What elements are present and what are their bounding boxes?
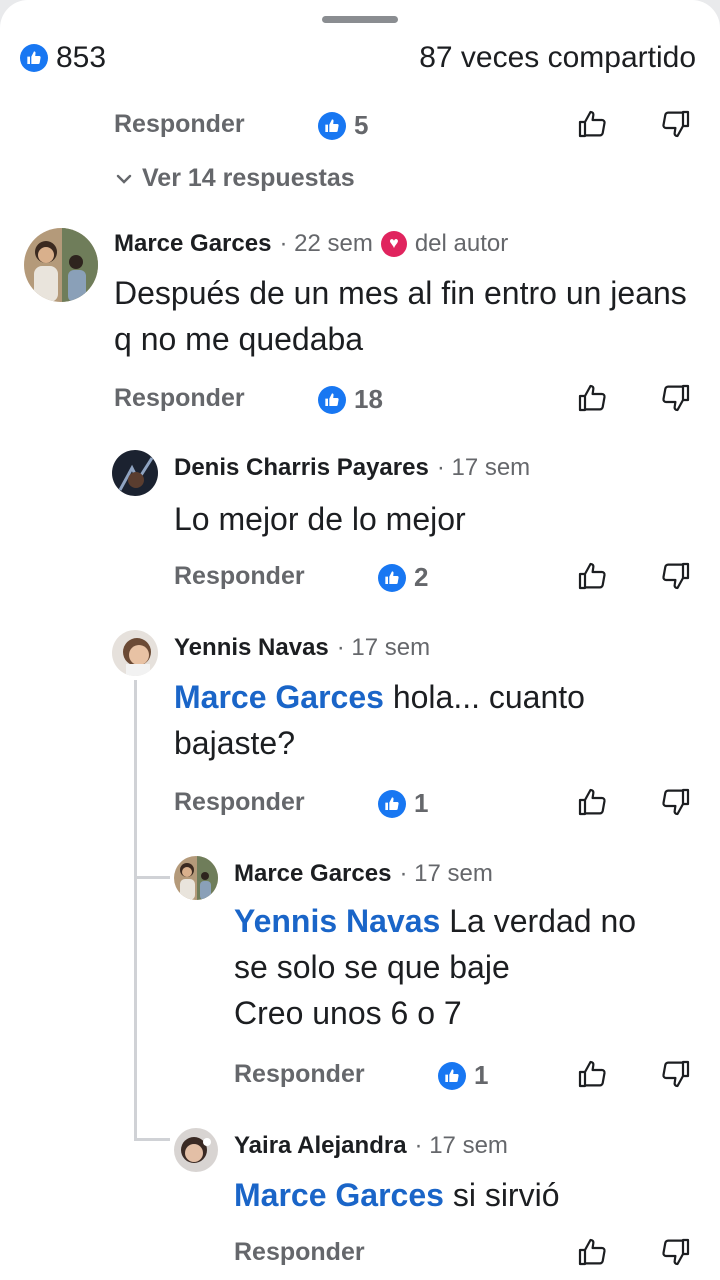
comment-text: Yennis Navas La verdad no se solo se que… xyxy=(234,903,637,1031)
comment-author[interactable]: Yaira Alejandra xyxy=(234,1132,407,1160)
reply-button[interactable]: Responder xyxy=(174,788,305,817)
comments-sheet: 853 87 veces compartido Responder 5 Ver … xyxy=(0,0,720,1280)
comment-text: Después de un mes al fin entro un jeans … xyxy=(114,275,687,357)
avatar[interactable] xyxy=(174,856,218,900)
share-count[interactable]: 87 veces compartido xyxy=(419,40,696,76)
reply-button[interactable]: Responder xyxy=(234,1238,365,1267)
drag-handle[interactable] xyxy=(322,16,398,23)
comment-like-count: 2 xyxy=(378,562,428,593)
reply-button[interactable]: Responder xyxy=(114,384,245,413)
comment-text: Marce Garces si sirvió xyxy=(234,1177,560,1213)
thread-connector xyxy=(134,876,170,879)
comment-text: Marce Garces hola... cuanto bajaste? xyxy=(174,679,585,761)
reply-button[interactable]: Responder xyxy=(174,562,305,591)
comment-header: Yaira Alejandra · 17 sem xyxy=(234,1132,508,1160)
comment-author[interactable]: Yennis Navas xyxy=(174,634,329,662)
comment-time: · 17 sem xyxy=(336,634,431,661)
comment-like-count: 1 xyxy=(378,788,428,819)
avatar[interactable] xyxy=(24,228,98,302)
reply-button[interactable]: Responder xyxy=(114,110,245,139)
avatar[interactable] xyxy=(112,450,158,496)
reaction-summary[interactable]: 853 xyxy=(20,40,106,76)
comment-like-count: 5 xyxy=(318,110,368,141)
comment-text: Lo mejor de lo mejor xyxy=(174,501,466,537)
thread-connector xyxy=(134,1138,170,1141)
thumbs-up-icon[interactable] xyxy=(576,560,608,592)
comment-header: Yennis Navas · 17 sem xyxy=(174,634,430,662)
like-badge-icon xyxy=(318,111,346,140)
mention-link[interactable]: Marce Garces xyxy=(234,1177,444,1213)
heart-icon xyxy=(380,231,407,257)
comment-author[interactable]: Marce Garces xyxy=(114,230,271,258)
comment-header: Denis Charris Payares · 17 sem xyxy=(174,454,530,482)
thumbs-down-icon[interactable] xyxy=(660,1058,692,1090)
thumbs-up-icon[interactable] xyxy=(576,1236,608,1268)
avatar[interactable] xyxy=(174,1128,218,1172)
comment-time: · 17 sem xyxy=(414,1132,508,1159)
comment-author[interactable]: Denis Charris Payares xyxy=(174,454,429,482)
thread-line xyxy=(134,680,137,1140)
thumbs-down-icon[interactable] xyxy=(660,382,692,414)
thumbs-up-icon[interactable] xyxy=(576,382,608,414)
mention-link[interactable]: Marce Garces xyxy=(174,679,384,715)
like-badge-icon xyxy=(20,44,48,72)
mention-link[interactable]: Yennis Navas xyxy=(234,903,440,939)
thumbs-up-icon[interactable] xyxy=(576,786,608,818)
thumbs-down-icon[interactable] xyxy=(660,560,692,592)
thumbs-up-icon[interactable] xyxy=(576,108,608,140)
reply-button[interactable]: Responder xyxy=(234,1060,365,1089)
comment-time: · 17 sem xyxy=(399,860,493,887)
comment-time: · 22 sem xyxy=(279,230,373,257)
view-replies-link[interactable]: Ver 14 respuestas xyxy=(114,164,355,193)
thumbs-down-icon[interactable] xyxy=(660,1236,692,1268)
author-badge: del autor xyxy=(414,230,509,257)
comment-author[interactable]: Marce Garces xyxy=(234,860,391,888)
thumbs-down-icon[interactable] xyxy=(660,108,692,140)
like-badge-icon xyxy=(318,385,346,414)
comment-like-count: 1 xyxy=(438,1060,488,1091)
thumbs-down-icon[interactable] xyxy=(660,786,692,818)
thumbs-up-icon[interactable] xyxy=(576,1058,608,1090)
comment-header: Marce Garces · 22 sem del autor xyxy=(114,230,508,258)
comment-header: Marce Garces · 17 sem xyxy=(234,860,493,888)
like-badge-icon xyxy=(378,789,406,818)
chevron-down-icon xyxy=(116,174,132,184)
comment-time: · 17 sem xyxy=(436,454,531,481)
comment-like-count: 18 xyxy=(318,384,383,415)
like-badge-icon xyxy=(438,1061,466,1090)
reaction-count: 853 xyxy=(56,41,107,74)
like-badge-icon xyxy=(378,563,406,592)
avatar[interactable] xyxy=(112,630,158,676)
